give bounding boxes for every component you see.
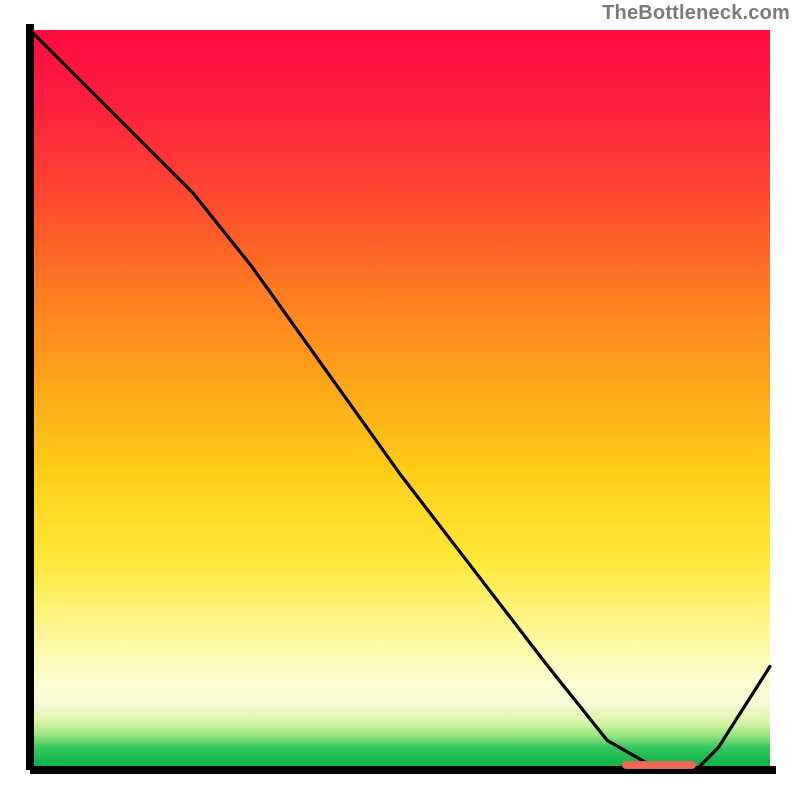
curve-line — [24, 24, 776, 776]
highlight-marker — [622, 761, 696, 769]
plot-area — [24, 24, 776, 776]
chart-container: TheBottleneck.com — [0, 0, 800, 800]
watermark-text: TheBottleneck.com — [602, 2, 790, 25]
